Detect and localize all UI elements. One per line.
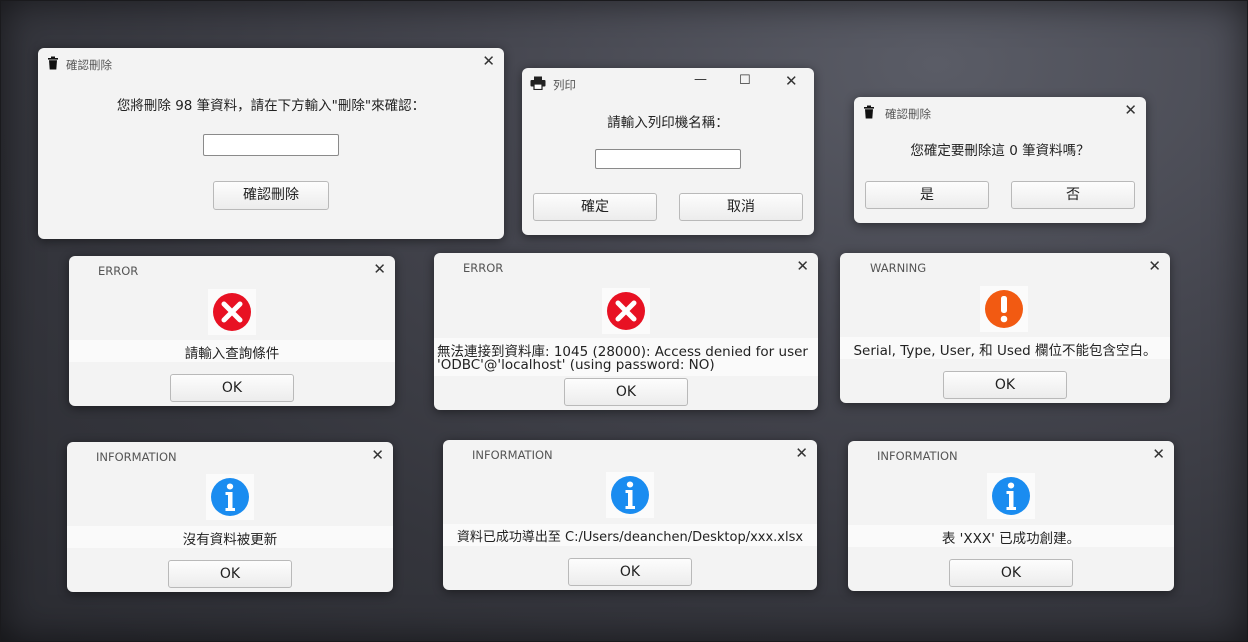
- confirm-delete-button[interactable]: 確認刪除: [213, 181, 329, 210]
- yes-button[interactable]: 是: [865, 181, 989, 209]
- cancel-button[interactable]: 取消: [679, 193, 803, 221]
- dialog-title: ERROR: [98, 264, 139, 278]
- dialog-message: 資料已成功導出至 C:/Users/deanchen/Desktop/xxx.x…: [456, 530, 804, 545]
- dialog-message: 沒有資料被更新: [182, 532, 278, 548]
- title-bar[interactable]: INFORMATION ✕: [848, 441, 1174, 471]
- info-icon: [611, 476, 649, 514]
- dialog-title: INFORMATION: [472, 448, 553, 462]
- dialog-title: 確認刪除: [885, 107, 931, 121]
- info-icon-box: [606, 472, 654, 518]
- error-dialog: ERROR ✕ 請輸入查詢條件 OK: [69, 256, 395, 406]
- dialog-message: 您確定要刪除這 0 筆資料嗎？: [910, 143, 1090, 159]
- dialog-message: 請輸入查詢條件: [184, 346, 280, 362]
- close-icon[interactable]: ✕: [482, 54, 495, 69]
- close-icon[interactable]: ✕: [373, 262, 386, 277]
- dialog-message: 請輸入列印機名稱：: [607, 115, 729, 131]
- title-bar[interactable]: 列印 — ☐ ✕: [522, 68, 814, 98]
- ok-button[interactable]: OK: [568, 558, 692, 586]
- info-icon: [992, 477, 1030, 515]
- title-bar[interactable]: 確認刪除 ✕: [38, 48, 504, 78]
- ok-button[interactable]: OK: [943, 371, 1067, 399]
- dialog-title: 列印: [553, 78, 576, 92]
- info-icon-box: [987, 473, 1035, 519]
- title-bar[interactable]: ERROR ✕: [69, 256, 395, 286]
- close-icon[interactable]: ✕: [1148, 259, 1161, 274]
- error-icon-box: [602, 288, 650, 334]
- warning-icon-box: [980, 286, 1028, 332]
- database-error-dialog: ERROR ✕ 無法連接到資料庫: 1045 (28000): Access d…: [434, 253, 818, 410]
- export-information-dialog: INFORMATION ✕ 資料已成功導出至 C:/Users/deanchen…: [443, 440, 817, 590]
- title-bar[interactable]: WARNING ✕: [840, 253, 1170, 283]
- dialog-message: Serial, Type, User, 和 Used 欄位不能包含空白。: [853, 343, 1157, 359]
- title-bar[interactable]: INFORMATION ✕: [67, 442, 393, 472]
- trash-icon: [864, 105, 874, 119]
- no-button[interactable]: 否: [1011, 181, 1135, 209]
- minimize-icon[interactable]: —: [694, 72, 707, 87]
- close-icon[interactable]: ✕: [795, 446, 808, 461]
- ok-button[interactable]: OK: [168, 560, 292, 588]
- ok-button[interactable]: OK: [949, 559, 1073, 587]
- close-icon[interactable]: ✕: [796, 259, 809, 274]
- dialog-title: ERROR: [463, 261, 504, 275]
- printer-icon: [530, 76, 546, 90]
- info-icon: [211, 478, 249, 516]
- confirm-delete-zero-dialog: 確認刪除 ✕ 您確定要刪除這 0 筆資料嗎？ 是 否: [854, 97, 1146, 223]
- confirm-text-input[interactable]: [203, 134, 339, 156]
- dialog-message-line2: 'ODBC'@'localhost' (using password: NO): [437, 357, 715, 373]
- ok-button[interactable]: 確定: [533, 193, 657, 221]
- warning-dialog: WARNING ✕ Serial, Type, User, 和 Used 欄位不…: [840, 253, 1170, 403]
- error-icon: [607, 292, 645, 330]
- dialog-title: INFORMATION: [877, 449, 958, 463]
- dialog-message: 您將刪除 98 筆資料，請在下方輸入"刪除"來確認：: [116, 98, 426, 114]
- ok-button[interactable]: OK: [170, 374, 294, 402]
- maximize-icon[interactable]: ☐: [739, 73, 751, 88]
- ok-button[interactable]: OK: [564, 378, 688, 406]
- table-created-dialog: INFORMATION ✕ 表 'XXX' 已成功創建。 OK: [848, 441, 1174, 591]
- title-bar[interactable]: 確認刪除 ✕: [854, 97, 1146, 127]
- dialog-title: WARNING: [870, 261, 927, 275]
- print-dialog: 列印 — ☐ ✕ 請輸入列印機名稱： 確定 取消: [522, 68, 814, 235]
- information-dialog: INFORMATION ✕ 沒有資料被更新 OK: [67, 442, 393, 592]
- confirm-delete-dialog: 確認刪除 ✕ 您將刪除 98 筆資料，請在下方輸入"刪除"來確認： 確認刪除: [38, 48, 504, 239]
- printer-name-input[interactable]: [595, 149, 741, 169]
- warning-icon: [985, 290, 1023, 328]
- title-bar[interactable]: ERROR ✕: [434, 253, 818, 283]
- trash-icon: [48, 56, 58, 70]
- info-icon-box: [206, 474, 254, 520]
- dialog-message: 表 'XXX' 已成功創建。: [941, 531, 1081, 547]
- close-icon[interactable]: ✕: [1152, 447, 1165, 462]
- error-icon-box: [208, 289, 256, 335]
- error-icon: [213, 293, 251, 331]
- dialog-title: 確認刪除: [66, 58, 112, 72]
- close-icon[interactable]: ✕: [371, 448, 384, 463]
- title-bar[interactable]: INFORMATION ✕: [443, 440, 817, 470]
- close-icon[interactable]: ✕: [1124, 103, 1137, 118]
- dialog-title: INFORMATION: [96, 450, 177, 464]
- close-icon[interactable]: ✕: [785, 74, 798, 89]
